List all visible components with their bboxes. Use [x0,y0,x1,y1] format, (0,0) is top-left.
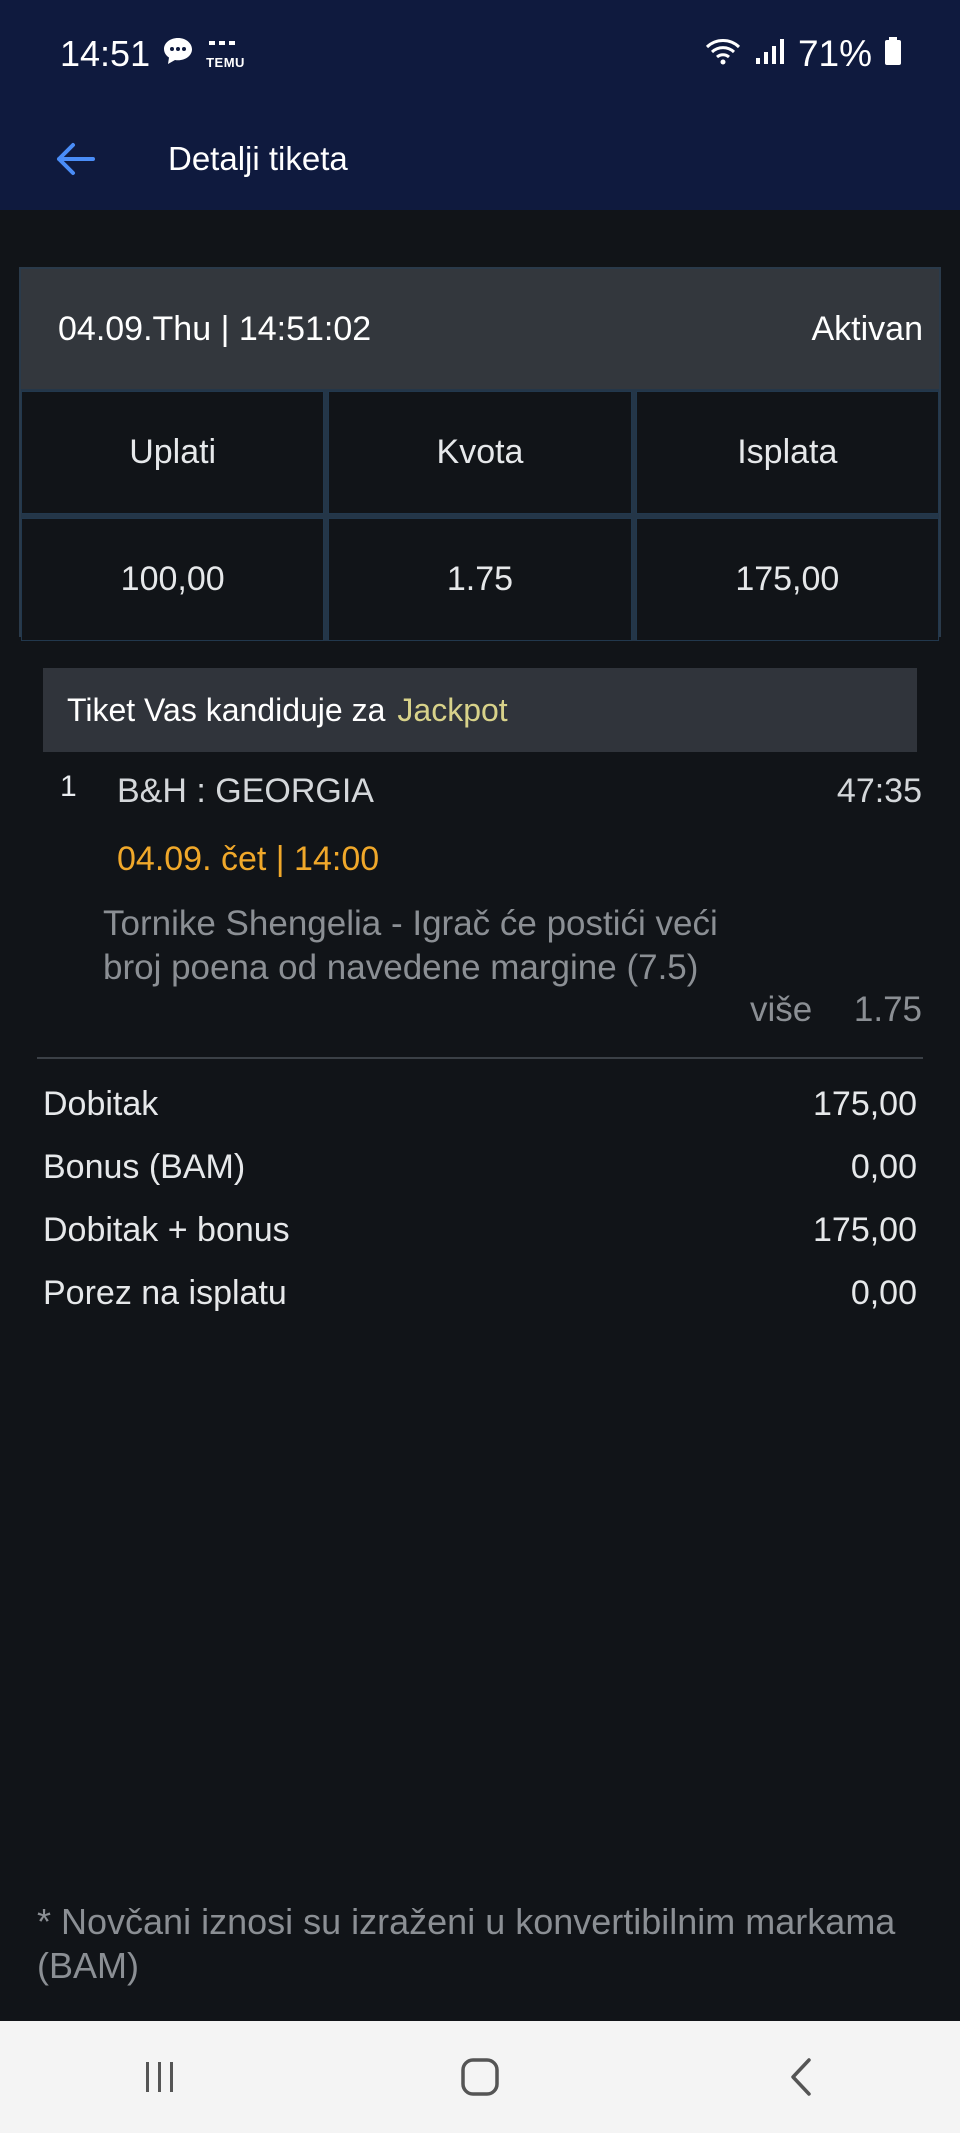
stake-value: 100,00 [21,518,325,641]
status-left: 14:51 TEMU [60,33,245,75]
signal-icon [754,33,786,75]
battery-percent: 71% [797,33,872,74]
status-right: 71% [704,33,902,75]
event-pick: više [750,990,813,1029]
summary-row-win: Dobitak 175,00 [43,1073,917,1136]
summary-value: 0,00 [850,1274,917,1312]
recent-apps-button[interactable] [100,2037,220,2117]
chat-bubble-icon [162,33,194,75]
divider [37,1057,923,1059]
back-icon [791,2058,811,2096]
jackpot-text: Tiket Vas kandiduje za [67,691,386,728]
summary-value: 175,00 [813,1211,917,1249]
ticket-card-header: 04.09.Thu | 14:51:02 Aktivan [21,269,939,389]
event-number: 1 [60,770,77,803]
home-button[interactable] [420,2037,540,2117]
stake-header: Uplati [21,391,325,514]
wifi-icon [704,33,742,75]
battery-icon [884,33,902,75]
event-description: Tornike Shengelia - Igrač će postići već… [103,904,718,987]
app-topbar: 14:51 TEMU 71% Detalji tiketa [0,0,960,210]
arrow-left-icon [57,143,95,175]
summary-value: 0,00 [850,1148,917,1186]
summary-value: 175,00 [813,1085,917,1123]
event-odd: 1.75 [853,990,922,1029]
event-clock: 47:35 [836,772,922,810]
summary-label: Porez na isplatu [43,1274,287,1312]
ticket-card: 04.09.Thu | 14:51:02 Aktivan Uplati Kvot… [19,267,941,641]
ticket-status: Aktivan [811,309,924,348]
event-teams: B&H : GEORGIA [117,772,374,810]
app-header: Detalji tiketa [0,108,960,210]
temu-icon: TEMU [206,40,245,69]
ticket-datetime: 04.09.Thu | 14:51:02 [58,309,372,348]
page-title: Detalji tiketa [168,140,348,177]
recent-apps-icon [146,2062,173,2092]
summary-row-bonus: Bonus (BAM) 0,00 [43,1136,917,1199]
ticket-stats-grid: Uplati Kvota Isplata 100,00 1.75 175,00 [21,389,939,641]
nav-back-button[interactable] [740,2037,860,2117]
payout-value: 175,00 [635,518,939,641]
system-nav-bar [0,2021,960,2133]
odds-header: Kvota [328,391,632,514]
status-time: 14:51 [60,33,151,74]
event-date: 04.09. čet | 14:00 [117,840,380,878]
status-bar: 14:51 TEMU 71% [0,0,960,108]
currency-footnote: * Novčani iznosi su izraženi u konvertib… [37,1901,896,1986]
home-icon [461,2058,499,2096]
temu-label: TEMU [206,54,245,70]
back-button[interactable] [20,119,130,199]
summary-label: Bonus (BAM) [43,1148,246,1186]
summary-row-tax: Porez na isplatu 0,00 [43,1262,917,1325]
payout-header: Isplata [635,391,939,514]
jackpot-highlight: Jackpot [397,691,508,728]
odds-value: 1.75 [328,518,632,641]
summary-label: Dobitak + bonus [43,1211,290,1249]
summary-list: Dobitak 175,00 Bonus (BAM) 0,00 Dobitak … [43,1073,917,1325]
summary-label: Dobitak [43,1085,159,1123]
summary-row-win-plus-bonus: Dobitak + bonus 175,00 [43,1199,917,1262]
jackpot-banner: Tiket Vas kandiduje za Jackpot [43,668,917,752]
